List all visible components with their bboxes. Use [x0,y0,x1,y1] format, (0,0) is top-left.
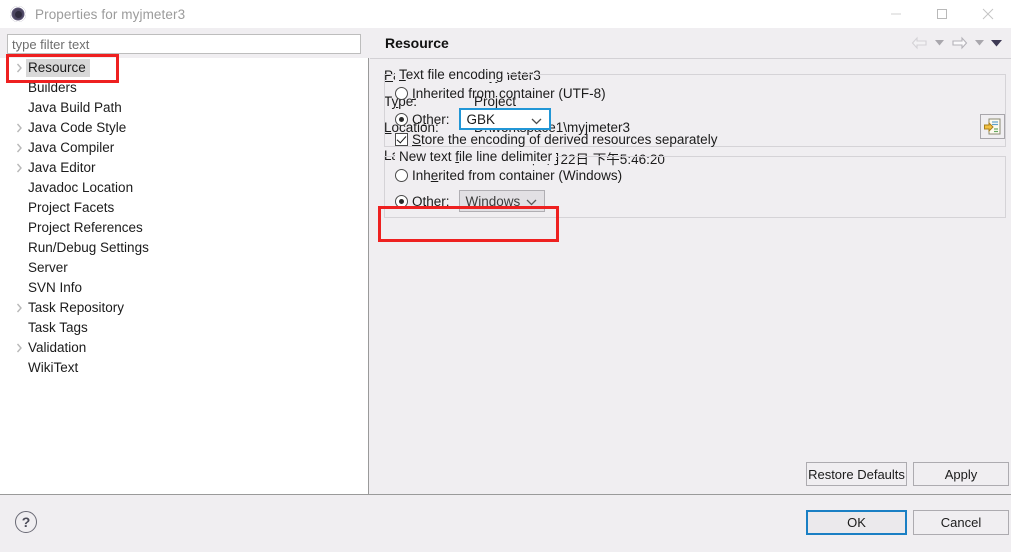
tree-item-run-debug-settings[interactable]: Run/Debug Settings [0,238,368,258]
delimiter-other-row[interactable]: Other: Windows [395,190,545,212]
radio-icon[interactable] [395,113,408,126]
chevron-right-icon[interactable] [12,163,26,173]
tree-item-java-code-style[interactable]: Java Code Style [0,118,368,138]
line-delimiter-group: New text file line delimiter Inherited f… [384,156,1006,218]
radio-icon[interactable] [395,195,408,208]
encoding-inherited-radio[interactable]: Inherited from container (UTF-8) [395,86,606,101]
encoding-combo[interactable]: GBK [459,108,551,130]
tree-item-label: Validation [26,339,90,357]
properties-tree[interactable]: Resource Builders Java Build Path Java C… [0,58,369,494]
page-title: Resource [385,35,449,51]
tree-item-label: Builders [26,79,81,97]
delimiter-combo[interactable]: Windows [459,190,545,212]
radio-icon[interactable] [395,87,408,100]
page-header: Resource [370,28,1011,59]
tree-item-java-build-path[interactable]: Java Build Path [0,98,368,118]
forward-arrow-icon[interactable] [949,32,969,54]
tree-item-wikitext[interactable]: WikiText [0,358,368,378]
radio-icon[interactable] [395,169,408,182]
delimiter-inherited-label: Inherited from container (Windows) [412,168,622,183]
encoding-other-label: Other: [412,112,450,127]
window-controls [873,0,1011,28]
tree-item-javadoc-location[interactable]: Javadoc Location [0,178,368,198]
apply-button[interactable]: Apply [913,462,1009,486]
delimiter-combo-value: Windows [466,194,521,209]
group-title: New text file line delimiter [395,149,556,164]
encoding-other-row[interactable]: Other: GBK [395,108,551,130]
restore-defaults-button[interactable]: Restore Defaults [806,462,907,486]
tree-item-label: Task Repository [26,299,128,317]
tree-item-label: Javadoc Location [26,179,137,197]
back-dropdown-icon[interactable] [932,32,946,54]
tree-item-validation[interactable]: Validation [0,338,368,358]
tree-item-label: Java Compiler [26,139,118,157]
maximize-icon[interactable] [919,0,965,28]
chevron-right-icon[interactable] [12,143,26,153]
group-title: Text file encoding [395,67,507,82]
tree-item-label: Java Build Path [26,99,126,117]
page-nav-tools [909,32,1003,54]
chevron-down-icon[interactable] [526,191,537,213]
tree-item-label: Resource [26,59,90,77]
tree-item-svn-info[interactable]: SVN Info [0,278,368,298]
close-icon[interactable] [965,0,1011,28]
window-title: Properties for myjmeter3 [35,7,185,22]
tree-item-label: SVN Info [26,279,86,297]
tree-item-task-tags[interactable]: Task Tags [0,318,368,338]
store-derived-label: Store the encoding of derived resources … [412,132,717,147]
tree-item-label: Run/Debug Settings [26,239,153,257]
minimize-icon[interactable] [873,0,919,28]
tree-item-project-facets[interactable]: Project Facets [0,198,368,218]
tree-item-project-references[interactable]: Project References [0,218,368,238]
resource-page: Resource [370,28,1011,494]
chevron-right-icon[interactable] [12,123,26,133]
view-menu-icon[interactable] [989,32,1003,54]
tree-item-label: Java Editor [26,159,100,177]
title-bar: Properties for myjmeter3 [0,0,1011,28]
properties-dialog: Properties for myjmeter3 Resource [0,0,1011,552]
filter-input[interactable] [7,34,361,54]
delimiter-inherited-radio[interactable]: Inherited from container (Windows) [395,168,622,183]
tree-item-label: Server [26,259,72,277]
encoding-inherited-label: Inherited from container (UTF-8) [412,86,606,101]
chevron-right-icon[interactable] [12,63,26,73]
store-derived-checkbox-row[interactable]: Store the encoding of derived resources … [395,132,717,147]
text-file-encoding-group: Text file encoding Inherited from contai… [384,74,1006,147]
tree-item-label: Java Code Style [26,119,130,137]
tree-item-label: Task Tags [26,319,92,337]
chevron-right-icon[interactable] [12,303,26,313]
checkbox-icon[interactable] [395,133,408,146]
properties-gear-icon [9,5,27,23]
tree-item-label: WikiText [26,359,82,377]
cancel-button[interactable]: Cancel [913,510,1009,535]
tree-item-server[interactable]: Server [0,258,368,278]
tree-item-label: Project References [26,219,147,237]
encoding-combo-value: GBK [467,112,496,127]
tree-item-label: Project Facets [26,199,118,217]
chevron-right-icon[interactable] [12,343,26,353]
tree-item-resource[interactable]: Resource [0,58,368,78]
tree-item-java-editor[interactable]: Java Editor [0,158,368,178]
tree-item-java-compiler[interactable]: Java Compiler [0,138,368,158]
tree-item-builders[interactable]: Builders [0,78,368,98]
back-arrow-icon[interactable] [909,32,929,54]
tree-item-task-repository[interactable]: Task Repository [0,298,368,318]
help-icon[interactable]: ? [15,511,37,533]
chevron-down-icon[interactable] [531,110,542,132]
forward-dropdown-icon[interactable] [972,32,986,54]
delimiter-other-label: Other: [412,194,450,209]
ok-button[interactable]: OK [806,510,907,535]
